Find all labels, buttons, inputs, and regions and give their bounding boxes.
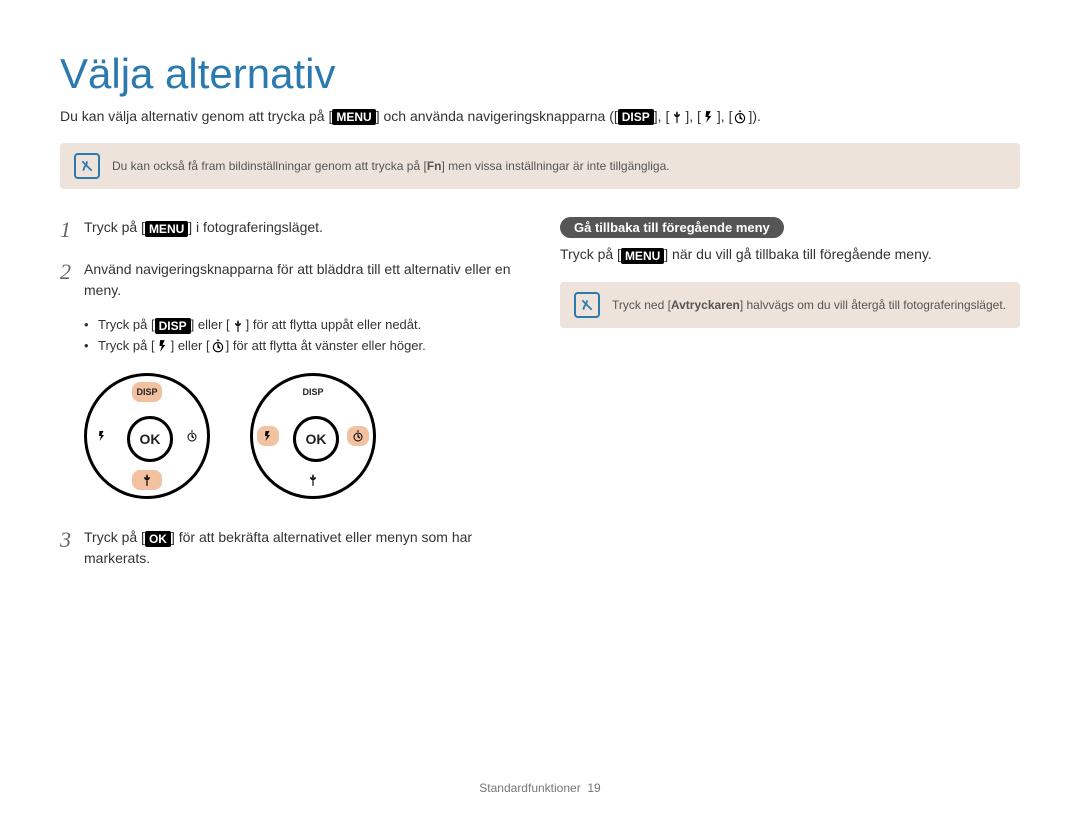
disp-badge: DISP — [618, 109, 654, 125]
timer-icon — [732, 110, 748, 124]
nav-dials: OK DISP OK DISP — [84, 373, 520, 499]
step-2-sublist: Tryck på [DISP] eller [] för att flytta … — [84, 317, 520, 353]
shutter-label: Avtryckaren — [671, 298, 740, 312]
dial-flash — [91, 426, 113, 446]
macro-icon — [669, 110, 685, 124]
intro-text: Du kan välja alternativ genom att trycka… — [60, 108, 1020, 125]
step-3: 3 Tryck på [OK] för att bekräfta alterna… — [60, 527, 520, 569]
menu-badge: MENU — [332, 109, 375, 125]
menu-badge: MENU — [621, 248, 664, 264]
dial-timer — [181, 426, 203, 446]
step-1: 1 Tryck på [MENU] i fotograferingsläget. — [60, 217, 520, 243]
info-box-fn: Du kan också få fram bildinställningar g… — [60, 143, 1020, 189]
flash-icon — [701, 110, 717, 124]
dial-flash — [257, 426, 279, 446]
page-footer: Standardfunktioner 19 — [0, 781, 1080, 795]
info-box-shutter: Tryck ned [Avtryckaren] halvvägs om du v… — [560, 282, 1020, 328]
dial-horizontal: OK DISP — [250, 373, 376, 499]
fn-badge: Fn — [427, 159, 442, 173]
info-icon — [74, 153, 100, 179]
menu-badge: MENU — [145, 221, 188, 237]
page-title: Välja alternativ — [60, 50, 1020, 98]
dial-disp: DISP — [132, 382, 162, 402]
flash-icon — [155, 339, 171, 353]
step-2: 2 Använd navigeringsknapparna för att bl… — [60, 259, 520, 301]
dial-disp: DISP — [298, 382, 328, 402]
right-column: Gå tillbaka till föregående meny Tryck p… — [560, 217, 1020, 585]
ok-button: OK — [293, 416, 339, 462]
dial-macro — [132, 470, 162, 490]
macro-icon — [230, 319, 246, 333]
back-heading-pill: Gå tillbaka till föregående meny — [560, 217, 784, 238]
disp-badge: DISP — [155, 318, 191, 334]
dial-vertical: OK DISP — [84, 373, 210, 499]
dial-timer — [347, 426, 369, 446]
dial-macro — [298, 470, 328, 490]
ok-badge: OK — [145, 531, 171, 547]
ok-button: OK — [127, 416, 173, 462]
timer-icon — [210, 339, 226, 353]
left-column: 1 Tryck på [MENU] i fotograferingsläget.… — [60, 217, 520, 585]
info-icon — [574, 292, 600, 318]
back-text: Tryck på [MENU] när du vill gå tillbaka … — [560, 246, 1020, 263]
